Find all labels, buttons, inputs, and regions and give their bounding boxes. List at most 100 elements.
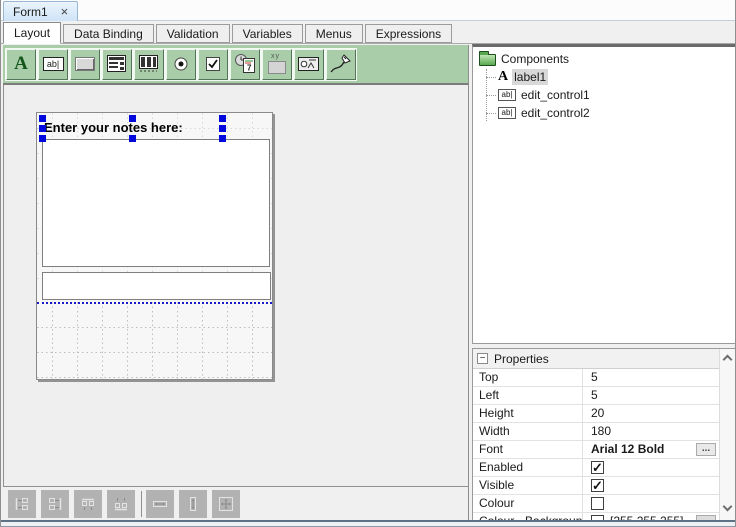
selection-handle-sw[interactable] xyxy=(39,135,46,142)
tree-branch-line xyxy=(486,113,496,114)
properties-panel: − Properties Top 5 Left 5 Height 20 Widt… xyxy=(472,348,736,527)
property-value[interactable]: 5 xyxy=(583,369,719,386)
property-row-left: Left 5 xyxy=(473,387,719,405)
tree-item-label1[interactable]: A label1 xyxy=(473,68,736,86)
property-value-text: 20 xyxy=(591,405,604,422)
form-boundary-line xyxy=(37,302,272,304)
same-size-icon xyxy=(218,496,234,512)
tree-item-label: edit_control1 xyxy=(521,88,590,102)
properties-scrollbar[interactable] xyxy=(719,349,735,526)
same-size-button[interactable] xyxy=(212,490,240,518)
same-height-button[interactable] xyxy=(179,490,207,518)
tab-menus[interactable]: Menus xyxy=(305,24,363,43)
selection-handle-nw[interactable] xyxy=(39,115,46,122)
components-root-item[interactable]: Components xyxy=(473,50,736,68)
tree-item-edit-control1[interactable]: ab| edit_control1 xyxy=(473,86,736,104)
align-left-button[interactable] xyxy=(8,490,36,518)
align-right-button[interactable] xyxy=(41,490,69,518)
check-box-tool-button[interactable] xyxy=(198,49,228,80)
right-panel: Components A label1 ab| edit_control1 ab… xyxy=(472,44,736,527)
tab-label: Data Binding xyxy=(74,27,143,41)
tab-data-binding[interactable]: Data Binding xyxy=(63,24,154,43)
tab-variables[interactable]: Variables xyxy=(232,24,303,43)
selection-handle-n[interactable] xyxy=(129,115,136,122)
date-time-tool-button[interactable]: 7 xyxy=(230,49,260,80)
properties-title: Properties xyxy=(494,352,549,366)
edit-icon: ab| xyxy=(498,89,516,101)
tab-layout[interactable]: Layout xyxy=(3,22,61,44)
label-tool-button[interactable]: A xyxy=(6,49,36,80)
same-height-icon xyxy=(185,496,201,512)
align-bottom-button[interactable] xyxy=(107,490,135,518)
same-width-icon xyxy=(152,496,168,512)
property-value-text: 5 xyxy=(591,369,598,386)
image-tool-button[interactable] xyxy=(294,49,324,80)
tab-label: Validation xyxy=(167,27,219,41)
property-value-text: Arial 12 Bold xyxy=(591,441,664,458)
property-row-height: Height 20 xyxy=(473,405,719,423)
tab-label: Menus xyxy=(316,27,352,41)
same-width-button[interactable] xyxy=(146,490,174,518)
tab-label: Layout xyxy=(14,26,50,40)
selection-handle-ne[interactable] xyxy=(219,115,226,122)
close-icon[interactable]: × xyxy=(61,5,69,18)
tab-expressions[interactable]: Expressions xyxy=(365,24,452,43)
tab-validation[interactable]: Validation xyxy=(156,24,230,43)
scroll-up-icon[interactable] xyxy=(723,355,733,365)
tree-branch-line xyxy=(486,77,496,78)
tree-item-edit-control2[interactable]: ab| edit_control2 xyxy=(473,104,736,122)
property-row-enabled: Enabled xyxy=(473,459,719,477)
font-picker-button[interactable]: ... xyxy=(696,443,716,456)
visible-checkbox[interactable] xyxy=(591,479,604,492)
document-tab-label: Form1 xyxy=(13,5,48,19)
selection-handle-e[interactable] xyxy=(219,125,226,132)
property-value[interactable]: 20 xyxy=(583,405,719,422)
properties-header[interactable]: − Properties xyxy=(473,349,736,369)
button-tool-icon xyxy=(75,57,95,71)
date-time-tool-icon: 7 xyxy=(233,53,257,75)
button-tool-button[interactable] xyxy=(70,49,100,80)
property-name: Width xyxy=(473,423,583,440)
list-box-tool-button[interactable] xyxy=(102,49,132,80)
toolbar-separator xyxy=(141,491,142,517)
scroll-down-icon[interactable] xyxy=(723,502,733,512)
align-top-icon xyxy=(80,496,96,512)
design-canvas[interactable]: Enter your notes here: xyxy=(3,84,469,487)
design-form[interactable]: Enter your notes here: xyxy=(36,112,273,380)
property-value[interactable]: 180 xyxy=(583,423,719,440)
property-value xyxy=(583,495,719,512)
signature-pen-tool-icon xyxy=(329,53,353,75)
property-name: Visible xyxy=(473,477,583,494)
selection-handle-se[interactable] xyxy=(219,135,226,142)
form-edit-control1[interactable] xyxy=(42,139,270,267)
signature-pen-tool-button[interactable] xyxy=(326,49,356,80)
property-row-colour: Colour xyxy=(473,495,719,513)
tree-branch-line xyxy=(486,95,496,96)
document-tab-strip: Form1 × xyxy=(1,0,736,21)
align-top-button[interactable] xyxy=(74,490,102,518)
radio-button-tool-button[interactable] xyxy=(166,49,196,80)
edit-box-tool-button[interactable]: ab| xyxy=(38,49,68,80)
folder-icon xyxy=(479,54,496,66)
enabled-checkbox[interactable] xyxy=(591,461,604,474)
property-value[interactable]: Arial 12 Bold ... xyxy=(583,441,719,458)
components-panel: Components A label1 ab| edit_control1 ab… xyxy=(472,44,736,344)
list-box-tool-icon xyxy=(106,54,128,74)
collapse-icon[interactable]: − xyxy=(477,353,488,364)
colour-checkbox[interactable] xyxy=(591,497,604,510)
properties-grid: Top 5 Left 5 Height 20 Width 180 Font xyxy=(473,369,719,527)
align-right-icon xyxy=(47,496,63,512)
property-name: Left xyxy=(473,387,583,404)
nav-tab-strip: Layout Data Binding Validation Variables… xyxy=(1,21,736,44)
document-tab-form1[interactable]: Form1 × xyxy=(3,1,78,21)
property-name: Font xyxy=(473,441,583,458)
grid-tool-button[interactable] xyxy=(134,49,164,80)
xy-panel-tool-button[interactable]: xy xyxy=(262,49,292,80)
property-value[interactable]: 5 xyxy=(583,387,719,404)
selection-handle-s[interactable] xyxy=(129,135,136,142)
tab-label: Variables xyxy=(243,27,292,41)
selection-handle-w[interactable] xyxy=(39,125,46,132)
grid-tool-icon xyxy=(138,54,160,74)
form-edit-control2[interactable] xyxy=(42,272,271,300)
check-box-tool-icon xyxy=(203,54,223,74)
